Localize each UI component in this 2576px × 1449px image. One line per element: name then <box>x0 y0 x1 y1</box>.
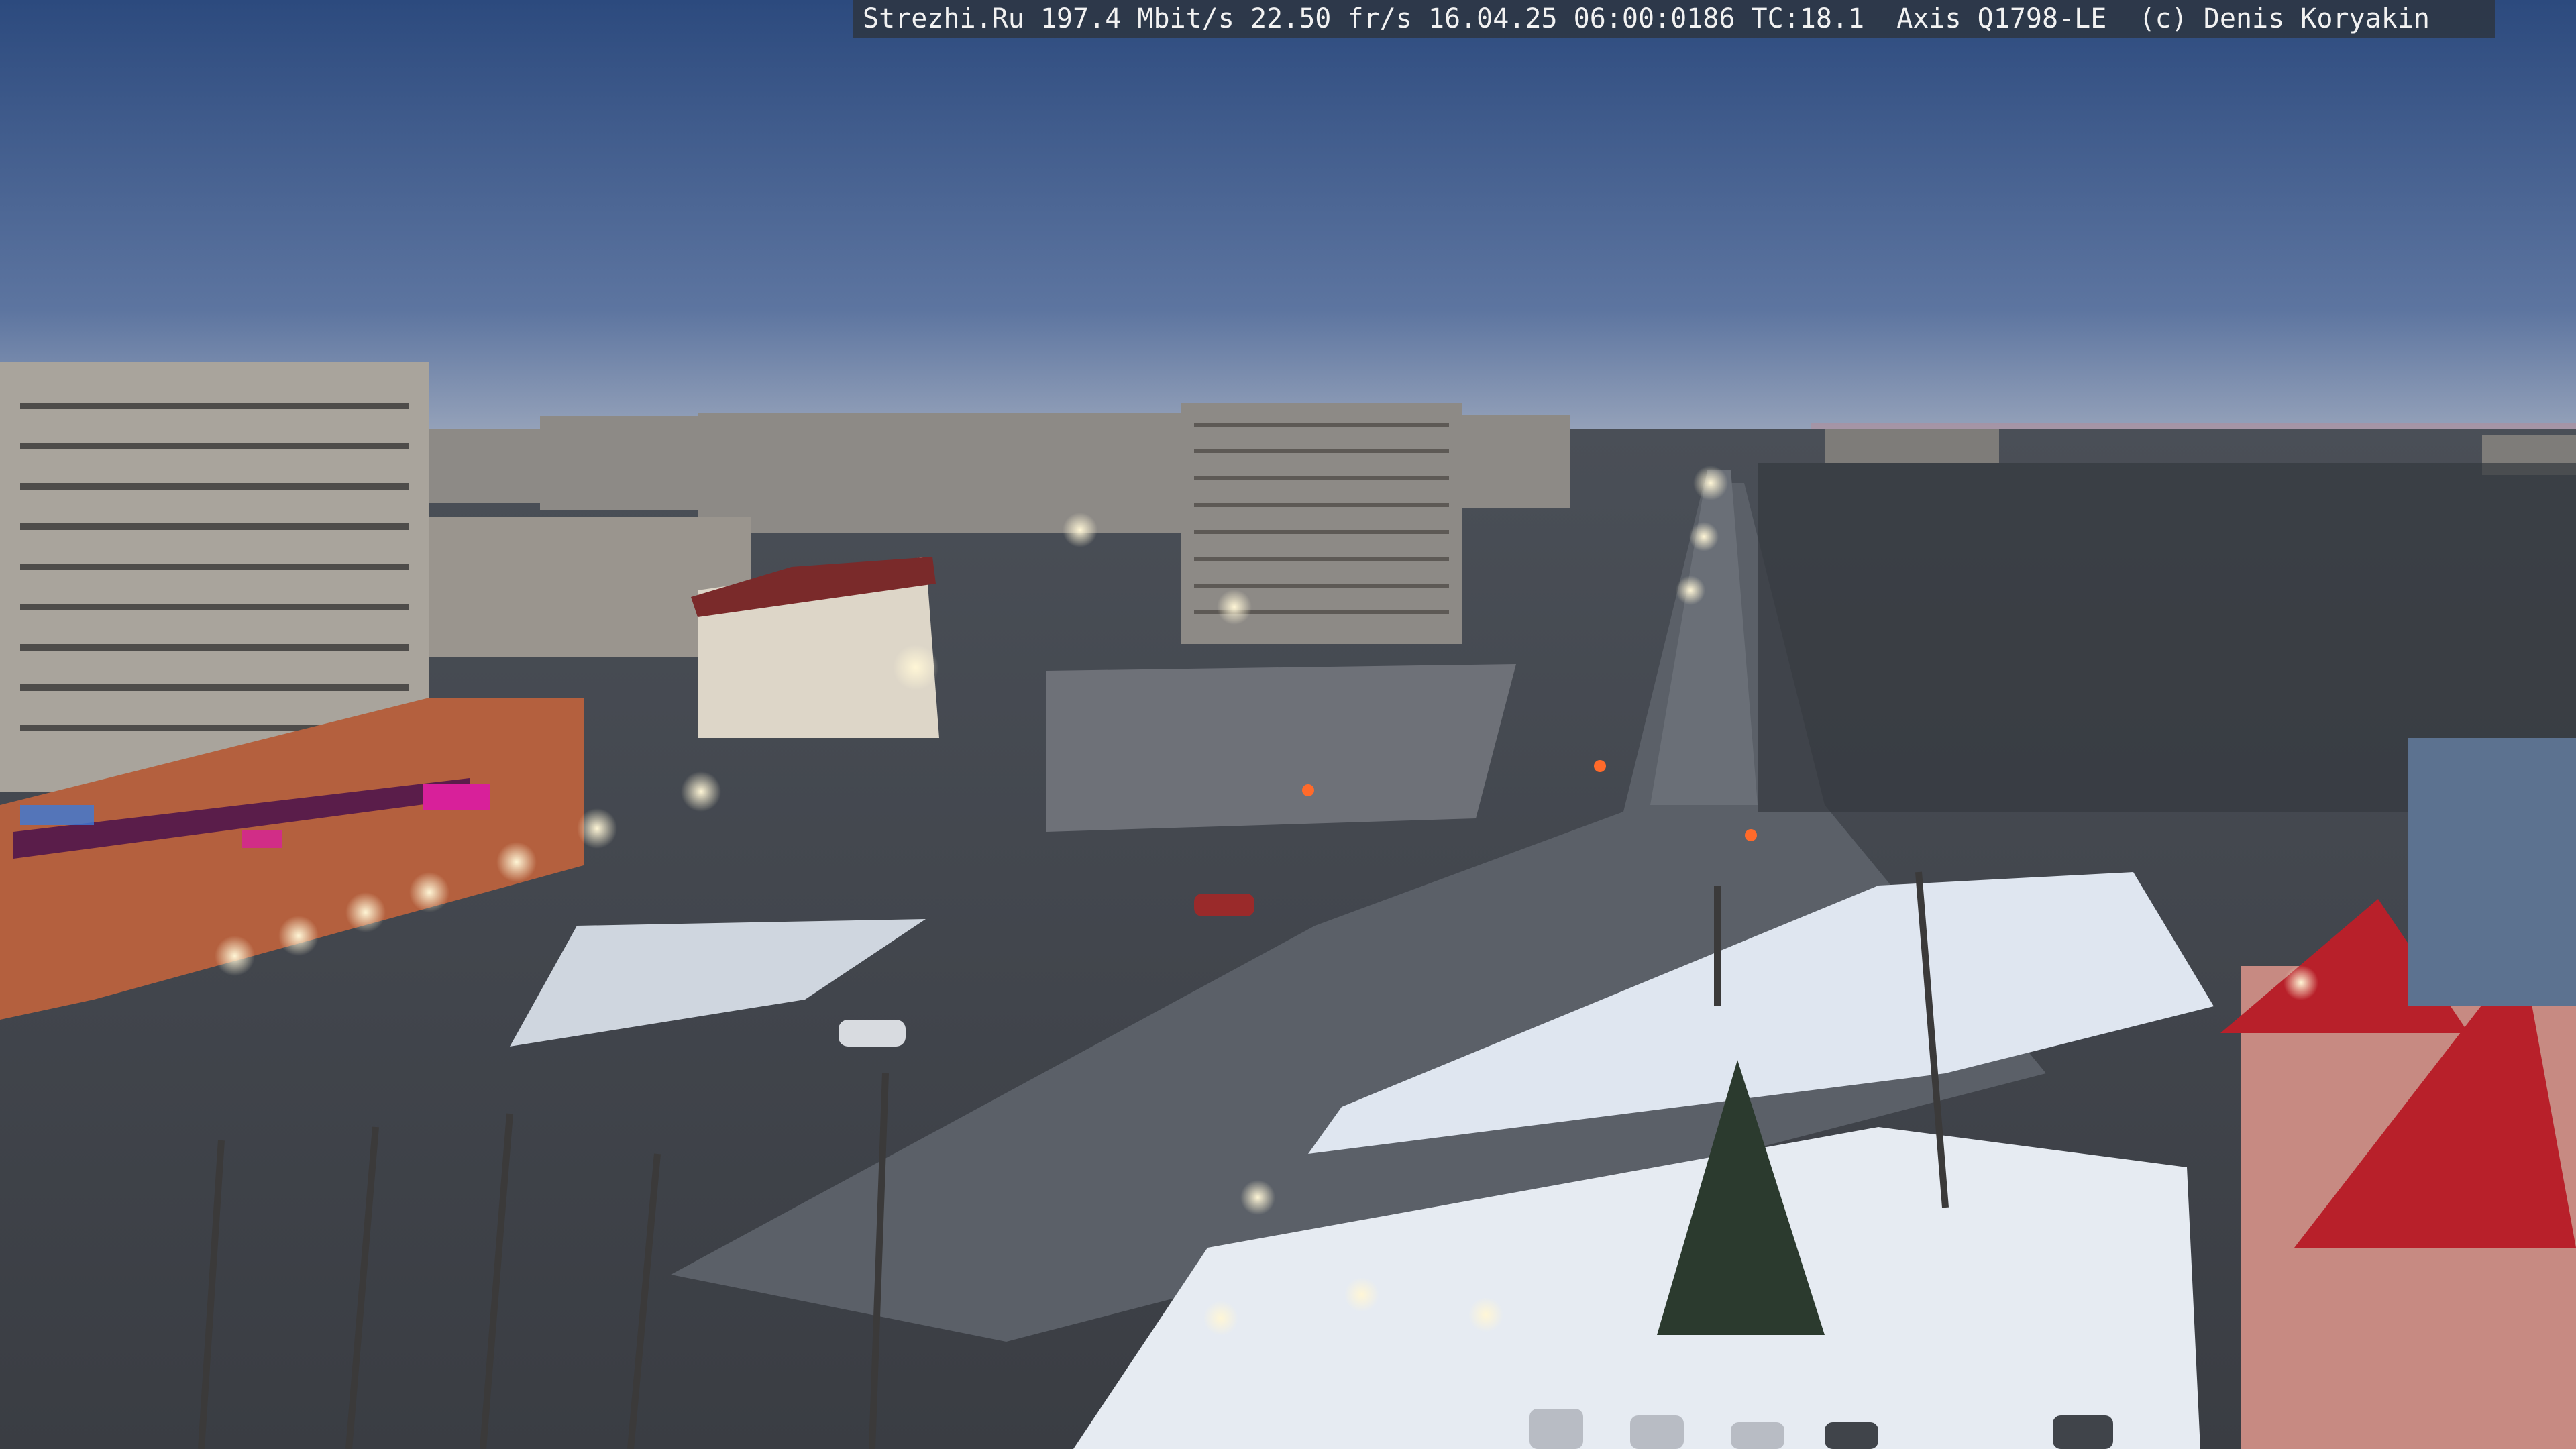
red-car <box>1194 894 1254 916</box>
storefront-sign-2 <box>241 830 282 848</box>
plaza <box>1046 664 1516 832</box>
camera-status-text: Strezhi.Ru 197.4 Mbit/s 22.50 fr/s 16.04… <box>863 3 2430 34</box>
white-car <box>839 1020 906 1046</box>
camera-status-overlay: Strezhi.Ru 197.4 Mbit/s 22.50 fr/s 16.04… <box>853 0 2496 38</box>
webcam-frame: Strezhi.Ru 197.4 Mbit/s 22.50 fr/s 16.04… <box>0 0 2576 1449</box>
storefront-sign-3 <box>20 805 94 825</box>
storefront-sign <box>423 784 490 810</box>
city-scene <box>0 0 2576 1449</box>
right-glass-building <box>2408 738 2576 1006</box>
